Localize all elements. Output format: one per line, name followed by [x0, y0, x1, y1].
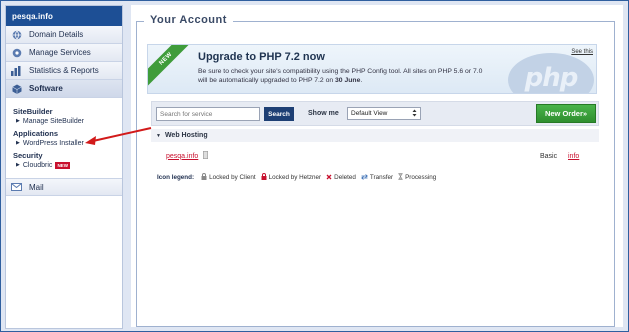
banner-text-line2-prefix: will be automatically upgraded to PHP 7.…: [198, 77, 336, 84]
table-row: pesqa.info Basic info: [151, 147, 599, 165]
php-upgrade-banner: NEW Upgrade to PHP 7.2 now Be sure to ch…: [147, 44, 597, 94]
manage-sitebuilder-label: Manage SiteBuilder: [22, 117, 84, 125]
wordpress-installer-link[interactable]: ▶ WordPress Installer: [13, 138, 115, 148]
sidebar: pesqa.info Domain Details Manage Service…: [5, 5, 123, 329]
wordpress-installer-label: WordPress Installer: [22, 139, 84, 147]
cloudbric-label: Cloudbric: [22, 161, 53, 169]
x-icon: [326, 174, 332, 182]
info-link[interactable]: info: [568, 153, 579, 160]
view-select[interactable]: Default View: [347, 107, 421, 120]
legend-item-label: Deleted: [334, 174, 356, 181]
legend-item: Locked by Hetzner: [261, 173, 322, 182]
sidebar-item-software[interactable]: Software: [6, 80, 122, 98]
new-order-button[interactable]: New Order»: [536, 104, 596, 123]
legend-item-label: Processing: [405, 174, 437, 181]
applications-heading: Applications: [13, 129, 59, 138]
legend-item-label: Locked by Client: [209, 174, 256, 181]
web-hosting-title: Web Hosting: [164, 132, 208, 139]
security-heading: Security: [13, 151, 43, 160]
bar-chart-icon: [11, 65, 22, 76]
search-input[interactable]: [156, 107, 260, 121]
sitebuilder-heading: SiteBuilder: [13, 107, 53, 116]
view-select-value: Default View: [351, 110, 388, 117]
transfer-icon: [360, 173, 368, 182]
search-button[interactable]: Search: [264, 107, 294, 121]
banner-title: Upgrade to PHP 7.2 now: [198, 51, 325, 63]
web-hosting-section-header[interactable]: ▼ Web Hosting: [151, 129, 599, 142]
globe-icon: [11, 29, 22, 40]
lock-icon: [201, 173, 207, 182]
manage-sitebuilder-link[interactable]: ▶ Manage SiteBuilder: [13, 116, 115, 126]
legend-item: Locked by Client: [201, 173, 256, 182]
legend-item: Transfer: [360, 173, 394, 182]
legend-item-label: Locked by Hetzner: [268, 174, 322, 181]
sidebar-item-statistics[interactable]: Statistics & Reports: [6, 62, 122, 80]
hourglass-icon: [398, 173, 404, 182]
select-arrows-icon: [412, 109, 417, 119]
window-frame: pesqa.info Domain Details Manage Service…: [0, 0, 629, 332]
new-badge: NEW: [55, 161, 70, 169]
legend-item: Deleted: [326, 174, 356, 182]
red-lock-icon: [261, 173, 267, 182]
sidebar-item-label: Software: [29, 84, 63, 93]
domain-link[interactable]: pesqa.info: [166, 153, 198, 160]
page-title: Your Account: [144, 14, 233, 26]
cube-icon: [11, 83, 22, 94]
sidebar-item-label: Statistics & Reports: [29, 66, 99, 75]
service-toolbar: Search Show me Default View New Order»: [151, 101, 599, 126]
see-this-link[interactable]: See this: [571, 49, 593, 55]
gear-icon: [11, 47, 22, 58]
banner-text: Be sure to check your site's compatibili…: [198, 67, 508, 85]
software-submenu: SiteBuilder ▶ Manage SiteBuilder Applica…: [6, 98, 122, 174]
sidebar-item-manage-services[interactable]: Manage Services: [6, 44, 122, 62]
cloudbric-link[interactable]: ▶ Cloudbric NEW: [13, 160, 115, 170]
new-ribbon: NEW: [148, 45, 193, 86]
triangle-right-icon: ▶: [16, 140, 20, 146]
banner-text-line1: Be sure to check your site's compatibili…: [198, 68, 483, 75]
sidebar-item-label: Mail: [29, 182, 44, 192]
show-me-label: Show me: [308, 110, 339, 117]
triangle-right-icon: ▶: [16, 162, 20, 168]
sidebar-header-domain[interactable]: pesqa.info: [6, 6, 122, 26]
banner-text-line2-suffix: .: [360, 77, 363, 84]
legend-item-label: Transfer: [369, 174, 394, 181]
processing-icon: [203, 151, 208, 161]
triangle-down-icon: ▼: [156, 132, 161, 139]
php-logo-text: php: [524, 63, 579, 93]
legend-item: Processing: [398, 173, 436, 182]
icon-legend: Icon legend: Locked by Client Locked by …: [157, 173, 436, 182]
php-logo: php: [508, 53, 594, 93]
sidebar-item-mail[interactable]: Mail: [6, 178, 122, 196]
envelope-icon: [11, 182, 22, 193]
triangle-right-icon: ▶: [16, 118, 20, 124]
legend-label: Icon legend:: [157, 174, 195, 181]
sidebar-item-domain-details[interactable]: Domain Details: [6, 26, 122, 44]
sidebar-item-label: Domain Details: [29, 30, 84, 39]
banner-deadline-date: 30 June: [335, 77, 361, 84]
plan-name: Basic: [540, 152, 558, 160]
sidebar-item-label: Manage Services: [29, 48, 91, 57]
